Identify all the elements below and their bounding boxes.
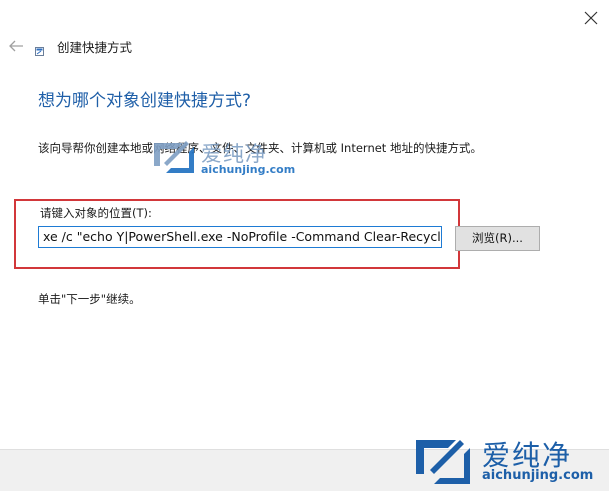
page-title: 想为哪个对象创建快捷方式? [38, 91, 252, 111]
browse-button[interactable]: 浏览(R)... [455, 226, 540, 251]
watermark-logo-icon [154, 141, 194, 173]
highlight-box [14, 199, 460, 269]
watermark-corner: 爱纯净 aichunjing.com [412, 432, 609, 490]
close-icon [584, 11, 598, 25]
window-title: 创建快捷方式 [57, 40, 133, 55]
watermark-corner-url: aichunjing.com [482, 468, 594, 483]
back-arrow-icon [9, 40, 23, 52]
next-step-hint: 单击"下一步"继续。 [38, 292, 141, 306]
watermark-corner-logo-icon [416, 440, 470, 484]
close-button[interactable] [581, 8, 601, 28]
watermark-center: 爱纯净 aichunjing.com [151, 138, 311, 183]
back-button[interactable] [8, 38, 24, 52]
shortcut-wizard-icon [35, 41, 44, 56]
watermark-url: aichunjing.com [201, 163, 296, 176]
